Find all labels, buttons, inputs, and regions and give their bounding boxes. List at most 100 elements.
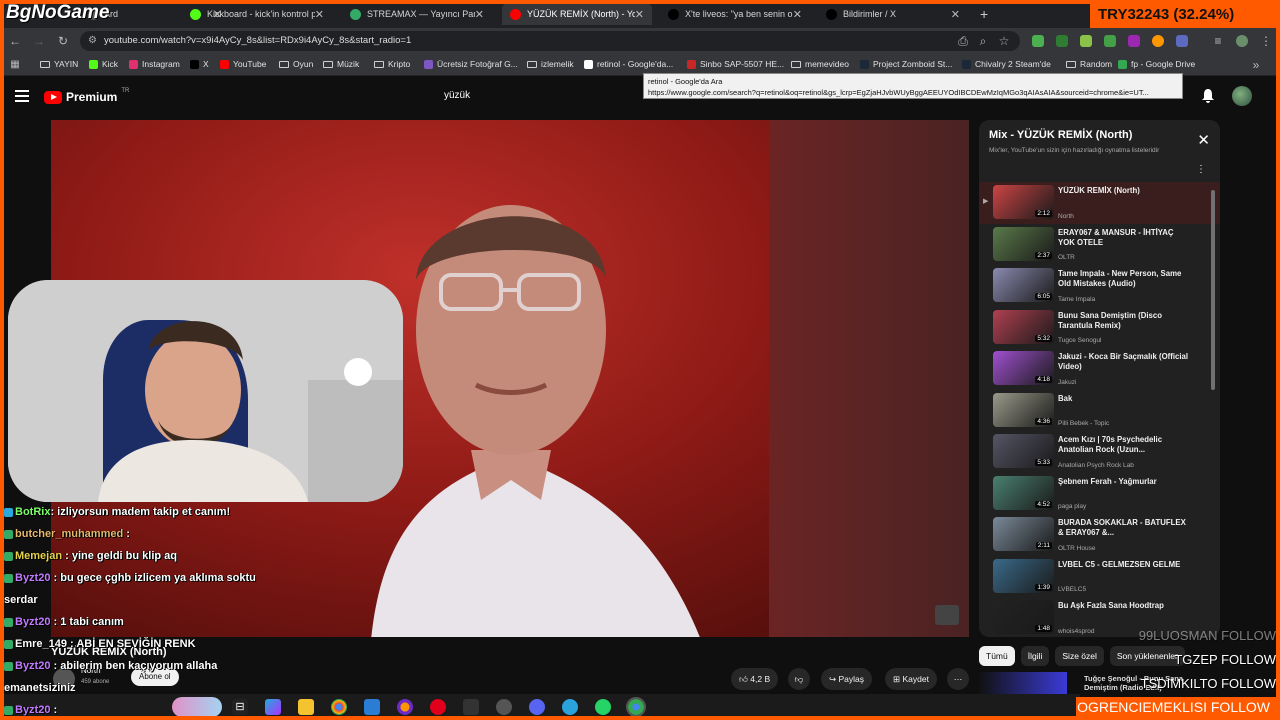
bookmark-item[interactable]: X <box>190 59 209 69</box>
file-explorer-icon[interactable] <box>298 699 314 715</box>
chat-username[interactable]: butcher_muhammed <box>15 528 123 540</box>
bookmark-star-icon[interactable]: ☆ <box>996 33 1012 49</box>
chat-username[interactable]: Memejan <box>15 550 62 562</box>
chat-username[interactable]: Byzt20 <box>15 616 50 628</box>
more-bookmarks-icon[interactable]: » <box>1248 57 1264 73</box>
site-info-icon[interactable]: ⚙ <box>88 31 97 51</box>
profile-avatar-icon[interactable] <box>1236 35 1248 47</box>
menu-hamburger-icon[interactable] <box>15 90 29 102</box>
url-omnibox[interactable]: ⚙ youtube.com/watch?v=x9i4AyCy_8s&list=R… <box>80 31 1020 51</box>
playlist-item[interactable]: 5:32 Bunu Sana Demiştim (Disco Tarantula … <box>979 307 1220 349</box>
filter-chip[interactable]: Tümü <box>979 646 1015 666</box>
playlist-item[interactable]: 4:18 Jakuzi - Koca Bir Saçmalık (Official… <box>979 348 1220 390</box>
crypto-ticker: TRY32243 (32.24%) <box>1090 0 1280 28</box>
mix-playlist-panel: Mix - YÜZÜK REMİX (North) Mix'ler, YouTu… <box>979 120 1220 637</box>
playlist-item[interactable]: 5:33 Acem Kızı | 70s Psychedelic Anatolia… <box>979 431 1220 473</box>
bookmark-item[interactable]: YAYIN <box>40 59 78 69</box>
apps-grid-icon[interactable]: ▦ <box>7 57 23 73</box>
zoom-icon[interactable]: ⌕ <box>975 33 991 49</box>
close-icon[interactable]: ✕ <box>1197 133 1210 148</box>
browser-tab[interactable]: Kickboard - kick'in kontrol pan ✕ <box>182 3 332 25</box>
install-app-icon[interactable]: ⎙ <box>955 33 971 49</box>
chat-username[interactable]: Byzt20 <box>15 660 50 672</box>
tab-close-icon[interactable]: ✕ <box>951 8 960 21</box>
firefox-icon[interactable] <box>397 699 413 715</box>
playlist-item-title: Jakuzi - Koca Bir Saçmalık (Official Vid… <box>1058 352 1188 371</box>
extension-icon[interactable] <box>1104 35 1116 47</box>
extension-icon[interactable] <box>1128 35 1140 47</box>
obs-icon[interactable] <box>496 699 512 715</box>
playlist-item[interactable]: 4:36 Bak Pilli Bebek - Topic <box>979 390 1220 432</box>
bookmark-item[interactable]: YouTube <box>220 59 266 69</box>
notifications-bell-icon[interactable] <box>1201 88 1215 103</box>
dislike-button[interactable]: 👎︎ <box>788 668 810 690</box>
chat-username[interactable]: Byzt20 <box>15 572 50 584</box>
browser-tab[interactable]: YÜZÜK REMİX (North) - YouTu✕ <box>502 3 652 25</box>
bookmark-item[interactable]: Project Zomboid St... <box>860 59 952 69</box>
extension-icon[interactable] <box>1056 35 1068 47</box>
bookmark-item[interactable]: Chivalry 2 Steam'de <box>962 59 1051 69</box>
account-avatar[interactable] <box>1232 86 1252 106</box>
chat-username[interactable]: Byzt20 <box>15 704 50 716</box>
tab-close-icon[interactable]: ✕ <box>315 8 324 21</box>
chrome-active-icon[interactable] <box>626 697 646 717</box>
youtube-premium-logo[interactable]: Premium TR <box>44 88 129 104</box>
save-button[interactable]: ⊞ Kaydet <box>885 668 937 690</box>
chat-message: Byzt20 : <box>4 699 284 720</box>
dislike-icon: 👎︎ <box>794 674 804 684</box>
playlist-items: ▶ 2:12 YÜZÜK REMİX (North) North 2:37 ERAY067… <box>979 182 1220 637</box>
bookmark-item[interactable]: Ücretsiz Fotoğraf G... <box>424 59 518 69</box>
browser-tab[interactable]: X'te liveos: "ya ben senin olmay✕ <box>660 3 810 25</box>
playlist-item[interactable]: 2:11 BURADA SOKAKLAR - BATUFLEX & ERAY067… <box>979 514 1220 556</box>
new-tab-button[interactable]: + <box>980 3 994 25</box>
playlist-more-icon[interactable]: ⋮ <box>1196 164 1206 175</box>
chat-username[interactable]: Emre_149 <box>15 638 67 650</box>
chrome-icon[interactable] <box>331 699 347 715</box>
extension-icon[interactable] <box>1080 35 1092 47</box>
extension-icon[interactable] <box>1152 35 1164 47</box>
steam-icon[interactable] <box>463 699 479 715</box>
playlist-item[interactable]: ▶ 2:12 YÜZÜK REMİX (North) North <box>979 182 1220 224</box>
tab-close-icon[interactable]: ✕ <box>793 8 802 21</box>
discord-icon[interactable] <box>529 699 545 715</box>
bookmark-item[interactable]: izlemelik <box>527 59 574 69</box>
playlist-item[interactable]: 1:39 LVBEL C5 - GELMEZSEN GELME LVBELC5 <box>979 556 1220 598</box>
bookmark-item[interactable]: Kick <box>89 59 118 69</box>
browser-menu-icon[interactable]: ⋮ <box>1258 33 1274 49</box>
tab-list-icon[interactable]: ≡ <box>1210 33 1226 49</box>
bookmark-item[interactable]: Müzik <box>323 59 359 69</box>
bookmark-item[interactable]: Sinbo SAP-5507 HE... <box>687 59 784 69</box>
browser-tab[interactable]: Bildirimler / X ✕ <box>818 3 968 25</box>
bookmark-item[interactable]: Random <box>1066 59 1112 69</box>
bookmark-item[interactable]: memevideo <box>791 59 849 69</box>
extensions-puzzle-icon[interactable] <box>1176 35 1188 47</box>
playlist-scrollbar[interactable] <box>1211 190 1215 390</box>
like-button[interactable]: 👍︎ 4,2 B <box>731 668 779 690</box>
browser-tab[interactable]: STREAMAX — Yayıncı Paneli✕ <box>342 3 492 25</box>
extension-icon[interactable] <box>1032 35 1044 47</box>
bookmark-item[interactable]: Kripto <box>374 59 410 69</box>
bookmark-item[interactable]: Oyun <box>279 59 313 69</box>
filter-chip[interactable]: İlgili <box>1020 646 1050 666</box>
tab-close-icon[interactable]: ✕ <box>475 8 484 21</box>
tab-close-icon[interactable]: ✕ <box>635 8 644 21</box>
share-button[interactable]: ↪ Paylaş <box>821 668 873 690</box>
more-actions-button[interactable]: ⋯ <box>947 668 969 690</box>
mail-icon[interactable] <box>364 699 380 715</box>
playlist-item[interactable]: 2:37 ERAY067 & MANSUR - İHTİYAÇ YOK OTELE… <box>979 224 1220 266</box>
playlist-item[interactable]: 4:52 Şebnem Ferah - Yağmurlar paga play <box>979 473 1220 515</box>
chat-username[interactable]: BotRix <box>15 506 50 518</box>
bookmark-item[interactable]: fp - Google Drive <box>1118 59 1195 69</box>
bookmark-item[interactable]: Instagram <box>129 59 180 69</box>
filter-chip[interactable]: Size özel <box>1055 646 1104 666</box>
playlist-item[interactable]: 6:05 Tame Impala - New Person, Same Old M… <box>979 265 1220 307</box>
bookmark-item[interactable]: retinol - Google'da... <box>584 59 673 69</box>
back-arrow-icon[interactable]: ← <box>7 33 23 49</box>
playlist-thumbnail: 4:36 <box>993 392 1054 427</box>
opera-icon[interactable] <box>430 699 446 715</box>
telegram-icon[interactable] <box>562 699 578 715</box>
reload-icon[interactable]: ↻ <box>55 33 71 49</box>
whatsapp-icon[interactable] <box>595 699 611 715</box>
forward-arrow-icon[interactable]: → <box>31 33 47 49</box>
miniplayer-icon[interactable] <box>935 605 959 625</box>
